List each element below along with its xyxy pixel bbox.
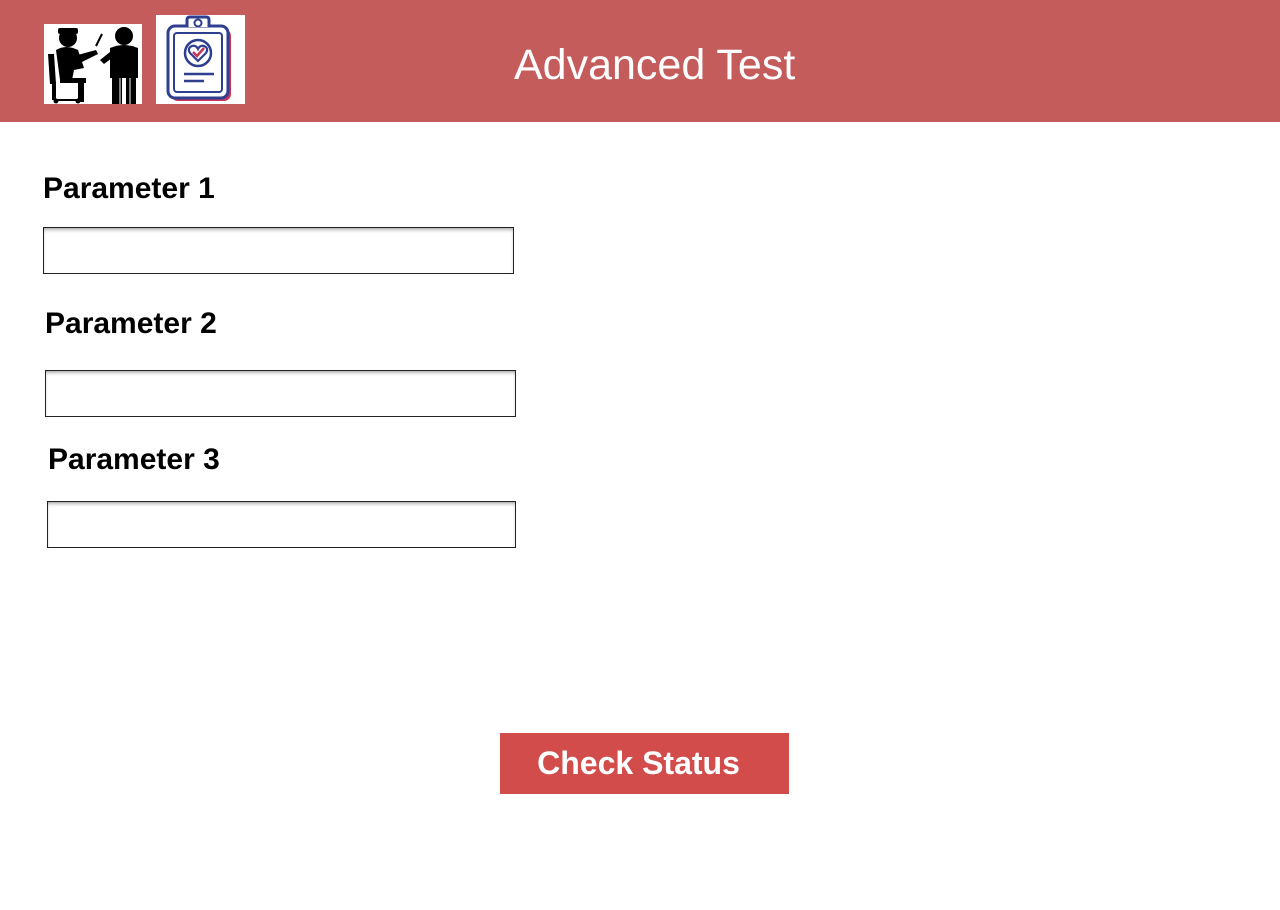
clipboard-check-icon [156,15,245,104]
parameter-1-label: Parameter 1 [43,172,215,205]
app-header: Advanced Test [0,0,1280,122]
doctor-patient-icon [44,24,142,104]
parameter-3-input[interactable] [47,501,516,548]
parameter-3-label: Parameter 3 [48,443,220,476]
parameter-2-label: Parameter 2 [45,307,217,340]
page-title: Advanced Test [514,41,796,89]
check-status-button[interactable]: Check Status [500,733,789,794]
parameter-2-input[interactable] [45,370,516,417]
parameter-1-input[interactable] [43,227,514,274]
